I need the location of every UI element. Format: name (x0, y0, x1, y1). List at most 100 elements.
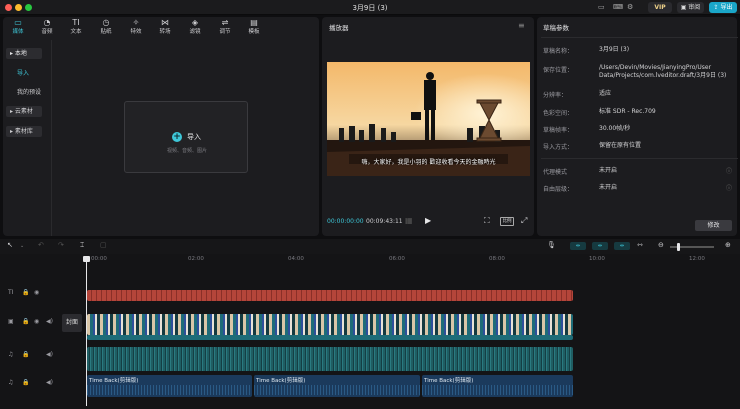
lock-icon[interactable]: 🔒 (22, 289, 29, 296)
sidebar-item-local[interactable]: ▸ 本地 (6, 48, 42, 59)
zoom-out-icon[interactable]: ⊖ (658, 241, 664, 253)
lock-icon[interactable]: 🔒 (22, 379, 29, 386)
eye-icon[interactable]: ◉ (34, 289, 39, 296)
import-mode-label: 导入方式： (543, 144, 574, 151)
export-icon: ⇪ (713, 4, 719, 11)
save-path-value: /Users/Devin/Movies/JianyingPro/User Dat… (599, 64, 727, 79)
export-button[interactable]: ⇪ 导出 (709, 2, 737, 13)
menu-icon[interactable]: ≡ (518, 21, 525, 30)
free-layer-value: 未开启 (599, 184, 618, 191)
zoom-slider-handle[interactable] (677, 243, 680, 251)
layout-icon[interactable]: ▭ (598, 3, 605, 11)
sidebar-item-import[interactable]: 导入 (6, 68, 42, 79)
zoom-in-icon[interactable]: ⊕ (725, 241, 731, 253)
playhead[interactable] (86, 256, 87, 406)
link-icon[interactable]: ⇹ (614, 242, 630, 250)
sidebar-item-library[interactable]: ▸ 素材库 (6, 126, 42, 137)
adjust-icon: ⇌ (221, 18, 229, 27)
speaker-icon[interactable]: ◀) (46, 379, 53, 386)
import-hint: 视频、音频、图片 (166, 148, 207, 154)
tab-effects[interactable]: ✧ 特效 (121, 17, 151, 38)
playhead-handle[interactable] (83, 256, 90, 262)
fullscreen-crop-icon[interactable]: ⛶ (484, 216, 490, 226)
free-layer-info-icon[interactable]: ⓘ (726, 183, 732, 192)
tab-filter[interactable]: ◈ 滤镜 (180, 17, 210, 38)
sticker-icon: ◷ (102, 18, 110, 27)
eye-icon[interactable]: ◉ (34, 318, 39, 325)
audio-icon: ◔ (43, 18, 51, 27)
audio-track-1-clips[interactable] (87, 347, 573, 371)
template-icon: ▤ (250, 18, 258, 27)
ruler-label-1: 02:00 (188, 256, 204, 262)
feature-toolbar: ▭ 媒体 ◔ 音频 TI 文本 ◷ 贴纸 ✧ 特效 ⋈ 转场 ◈ 滤镜 ⇌ 调节 ▤ 模板 (3, 17, 319, 38)
audio-clip-label: Time Back(剪辑版) (424, 378, 474, 384)
tab-adjust[interactable]: ⇌ 调节 (210, 17, 240, 38)
cover-button[interactable]: 封面 (62, 314, 82, 332)
vip-badge[interactable]: VIP (648, 2, 672, 13)
tab-template[interactable]: ▤ 模板 (239, 17, 269, 38)
plus-icon: + (172, 132, 182, 142)
ratio-button[interactable]: 比例 (500, 217, 514, 226)
redo-icon[interactable]: ↷ (58, 241, 64, 253)
expand-icon[interactable]: ⤢ (521, 216, 527, 226)
tab-media[interactable]: ▭ 媒体 (3, 17, 33, 38)
tab-audio[interactable]: ◔ 音频 (32, 17, 62, 38)
settings-icon[interactable]: ⚙ (627, 3, 633, 11)
save-path-label: 保存位置： (543, 67, 574, 74)
free-layer-label: 自由层级： (543, 186, 574, 193)
delete-icon[interactable]: ▢ (100, 241, 107, 253)
video-track-clips[interactable] (87, 314, 573, 335)
proxy-info-icon[interactable]: ⓘ (726, 166, 732, 175)
speaker-icon[interactable]: ◀) (46, 351, 53, 358)
play-button[interactable]: ▶ (425, 216, 431, 225)
proxy-mode-label: 代理模式 (543, 169, 568, 176)
ruler-label-6: 12:00 (689, 256, 705, 262)
proxy-mode-value: 未开启 (599, 167, 618, 174)
tab-text[interactable]: TI 文本 (61, 17, 91, 38)
sidebar-item-presets[interactable]: 我的预设 (6, 87, 42, 98)
draft-divider (541, 37, 738, 38)
lock-icon[interactable]: 🔒 (22, 351, 29, 358)
grid-icon[interactable]: ▦ (405, 216, 413, 225)
video-track-audio-strip (87, 335, 573, 340)
audio-clip-label: Time Back(剪辑版) (89, 378, 139, 384)
audio-clip-2[interactable]: Time Back(剪辑版) (254, 375, 420, 397)
player-title: 播放器 (329, 24, 349, 32)
tab-transition[interactable]: ⋈ 转场 (150, 17, 180, 38)
audio-clip-1[interactable]: Time Back(剪辑版) (87, 375, 252, 397)
preview-axis-icon[interactable]: ⇿ (637, 241, 643, 253)
undo-icon[interactable]: ↶ (38, 241, 44, 253)
video-subtitle: 嗨，大家好，我是小羽的 歡迎收看今天的金融時光 (361, 159, 496, 166)
review-label: 审阅 (688, 4, 701, 11)
auto-snap-icon[interactable]: ⇹ (592, 242, 608, 250)
import-mode-value: 保留在原有位置 (599, 142, 642, 149)
colorspace-label: 色彩空间： (543, 110, 574, 117)
tab-sticker[interactable]: ◷ 贴纸 (91, 17, 121, 38)
lock-icon[interactable]: 🔒 (22, 318, 29, 325)
text-icon: TI (72, 18, 80, 27)
speaker-icon[interactable]: ◀) (46, 318, 53, 325)
import-dropzone[interactable]: + 导入 视频、音频、图片 (124, 101, 248, 173)
review-icon: ▣ (680, 4, 687, 11)
colorspace-value: 标准 SDR - Rec.709 (599, 108, 656, 115)
transition-icon: ⋈ (161, 18, 169, 27)
ruler-label-3: 06:00 (389, 256, 405, 262)
split-icon[interactable]: ⌶ (80, 241, 84, 253)
main-track-magnet-icon[interactable]: ⇹ (570, 242, 586, 250)
microphone-icon[interactable]: 🎙 (547, 241, 556, 253)
sidebar-item-cloud[interactable]: ▸ 云素材 (6, 106, 42, 117)
framerate-value: 30.00帧/秒 (599, 125, 631, 132)
audio-track-icon: ♫ (8, 351, 14, 358)
text-track-icon: TI (8, 289, 14, 296)
review-button[interactable]: ▣ 审阅 (677, 2, 704, 13)
framerate-label: 草稿帧率： (543, 127, 574, 134)
edit-button[interactable]: 修改 (695, 220, 732, 231)
select-tool-icon[interactable]: ↖ (7, 241, 13, 253)
audio-clip-3[interactable]: Time Back(剪辑版) (422, 375, 573, 397)
text-track-clips[interactable] (87, 290, 573, 301)
current-time: 00:00:00:00 (327, 218, 364, 225)
waveform (422, 385, 573, 395)
draft-title: 草稿参数 (543, 24, 569, 32)
waveform (87, 385, 252, 395)
shortcut-icon[interactable]: ⌨ (613, 3, 623, 11)
